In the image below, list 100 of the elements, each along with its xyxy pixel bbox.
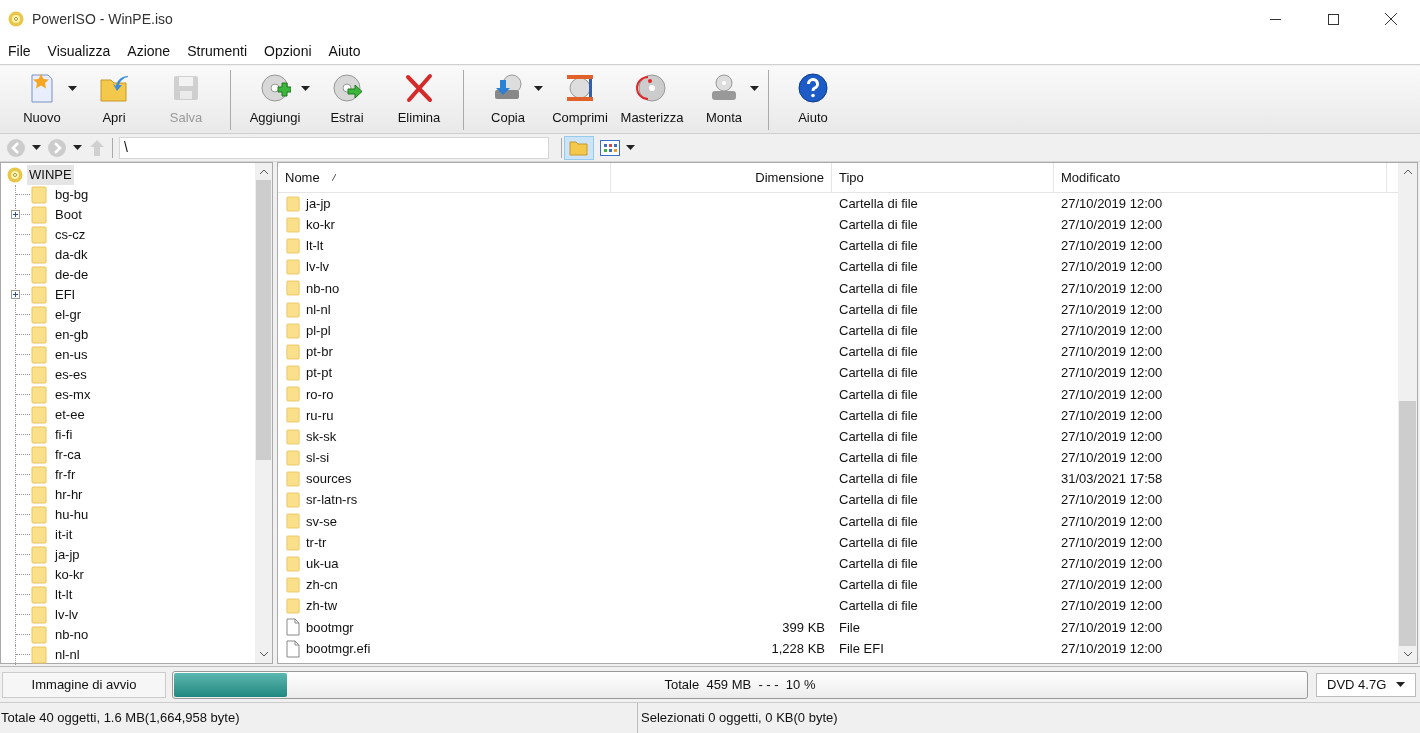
folder-icon <box>286 386 300 403</box>
file-name[interactable]: sr-latn-rs <box>306 490 358 510</box>
tree-item[interactable]: de-de <box>55 264 89 285</box>
tree-item[interactable]: en-us <box>55 344 88 365</box>
file-name[interactable]: lt-lt <box>306 236 324 256</box>
tree-item[interactable]: EFI <box>55 284 76 305</box>
tree-item[interactable]: ja-jp <box>55 544 80 565</box>
toolbar-button[interactable]: Masterizza <box>616 68 688 131</box>
file-name[interactable]: nb-no <box>306 278 340 299</box>
folder-icon <box>286 259 300 276</box>
menu-item[interactable]: File <box>4 40 35 62</box>
up-arrow-icon[interactable] <box>88 137 106 158</box>
tree-item[interactable]: it-it <box>55 524 73 545</box>
file-name[interactable]: zh-tw <box>306 596 338 616</box>
tree-item[interactable]: da-dk <box>55 244 88 265</box>
file-name[interactable]: ja-jp <box>306 193 331 214</box>
file-name[interactable]: tr-tr <box>306 532 327 553</box>
caret-icon <box>533 86 543 91</box>
tree-item[interactable]: el-gr <box>55 304 81 325</box>
menu-item[interactable]: Opzioni <box>260 40 316 62</box>
toolbar-button[interactable]: Copia <box>472 68 544 131</box>
file-name[interactable]: lv-lv <box>306 257 330 277</box>
help-icon <box>797 71 829 104</box>
toolbar-button[interactable]: Monta <box>688 68 760 131</box>
tree-item[interactable]: fi-fi <box>55 424 73 445</box>
menu-item[interactable]: Visualizza <box>43 40 115 62</box>
tree-item[interactable]: es-es <box>55 364 87 385</box>
table-cell: 27/10/2019 12:00 <box>1061 534 1163 550</box>
column-header[interactable]: Dimensione <box>611 163 832 192</box>
tree-item[interactable]: lv-lv <box>55 604 79 625</box>
file-name[interactable]: uk-ua <box>306 554 339 574</box>
table-cell: 27/10/2019 12:00 <box>1061 492 1163 508</box>
column-header[interactable]: Nome <box>278 163 611 192</box>
folder-icon <box>286 598 300 615</box>
file-name[interactable]: bootmgr.efi <box>306 638 371 659</box>
folder-icon <box>31 365 47 384</box>
close-icon <box>1385 13 1397 25</box>
tree-item[interactable]: WINPE <box>27 165 74 185</box>
file-name[interactable]: sv-se <box>306 511 338 532</box>
file-name[interactable]: zh-cn <box>306 575 338 595</box>
table-cell: Cartella di file <box>839 556 918 572</box>
expand-icon[interactable] <box>11 290 20 299</box>
menu-item[interactable]: Strumenti <box>183 40 252 62</box>
folder-view-toggle[interactable] <box>564 135 594 160</box>
toolbar-button[interactable]: Comprimi <box>544 68 616 131</box>
toolbar-button[interactable]: Aggiungi <box>239 68 311 131</box>
tree-item[interactable]: cs-cz <box>55 224 86 245</box>
folder-icon <box>286 428 300 445</box>
table-cell: Cartella di file <box>839 344 918 360</box>
table-cell: Cartella di file <box>839 301 918 317</box>
toolbar-button[interactable]: Apri <box>78 68 150 131</box>
file-name[interactable]: nl-nl <box>306 299 331 320</box>
tree-item[interactable]: hr-hr <box>55 484 83 505</box>
path-field[interactable]: \ <box>119 136 549 159</box>
tree-item[interactable]: es-mx <box>55 384 91 405</box>
file-name[interactable]: pt-br <box>306 342 333 362</box>
media-dropdown[interactable]: DVD 4.7G <box>1316 672 1416 697</box>
file-name[interactable]: sl-si <box>306 448 330 468</box>
scrollbar[interactable] <box>255 163 272 663</box>
menu-item[interactable]: Azione <box>123 40 175 62</box>
toolbar-button[interactable]: Nuovo <box>6 68 78 131</box>
folder-icon <box>31 285 47 304</box>
file-name[interactable]: sources <box>306 469 352 489</box>
file-name[interactable]: ro-ro <box>306 384 334 405</box>
toolbar-button[interactable]: Aiuto <box>777 68 849 131</box>
column-header[interactable]: Tipo <box>832 163 1054 192</box>
file-name[interactable]: sk-sk <box>306 426 337 447</box>
file-name[interactable]: ru-ru <box>306 405 334 426</box>
tree-item[interactable]: ko-kr <box>55 564 84 585</box>
tree-item[interactable]: nb-no <box>55 624 89 645</box>
tree-item[interactable]: fr-fr <box>55 464 76 485</box>
tree-item[interactable]: nl-nl <box>55 644 80 665</box>
column-header[interactable]: Modificato <box>1054 163 1387 192</box>
menu-item[interactable]: Aiuto <box>324 40 365 62</box>
folder-icon <box>286 322 300 339</box>
scrollbar[interactable] <box>1398 163 1417 663</box>
disc-icon <box>7 166 23 183</box>
file-name[interactable]: ko-kr <box>306 215 335 235</box>
table-cell: 27/10/2019 12:00 <box>1061 238 1163 254</box>
table-cell: 27/10/2019 12:00 <box>1061 428 1163 444</box>
tree-item[interactable]: fr-ca <box>55 444 81 465</box>
file-name[interactable]: pl-pl <box>306 320 331 341</box>
tree-item[interactable]: et-ee <box>55 404 85 425</box>
tree-item[interactable]: hu-hu <box>55 504 89 525</box>
expand-icon[interactable] <box>11 210 20 219</box>
folder-icon <box>31 565 47 584</box>
forward-icon[interactable] <box>47 137 67 158</box>
toolbar-button[interactable]: Elimina <box>383 68 455 131</box>
tree-item[interactable]: bg-bg <box>55 184 89 205</box>
tree-item[interactable]: en-gb <box>55 324 89 345</box>
tree-item[interactable]: Boot <box>55 204 82 225</box>
table-cell: 27/10/2019 12:00 <box>1061 365 1163 381</box>
tree-item[interactable]: lt-lt <box>55 584 73 605</box>
view-mode-button[interactable] <box>600 139 635 156</box>
file-name[interactable]: pt-pt <box>306 363 332 383</box>
file-name[interactable]: bootmgr <box>306 617 354 638</box>
table-cell: Cartella di file <box>839 238 918 254</box>
table-cell: Cartella di file <box>839 280 918 296</box>
toolbar-button[interactable]: Estrai <box>311 68 383 131</box>
back-icon[interactable] <box>6 137 26 158</box>
